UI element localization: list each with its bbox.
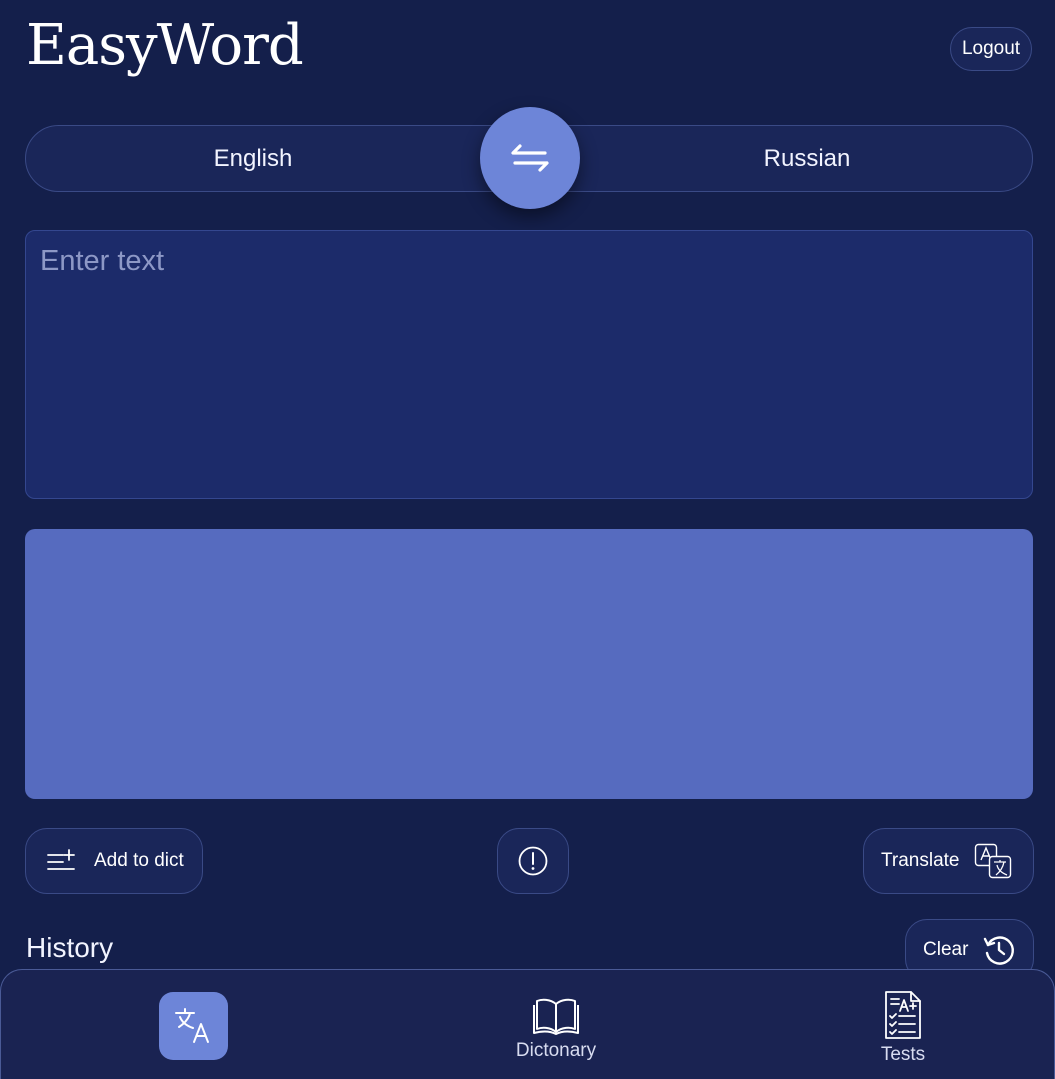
exclamation-circle-icon — [518, 846, 548, 876]
bottom-navigation: Dictonary Tests — [0, 969, 1055, 1079]
translate-icon — [974, 843, 1011, 879]
translation-output — [25, 529, 1033, 799]
history-clock-icon — [984, 936, 1015, 965]
swap-arrows-icon — [511, 144, 549, 172]
report-button[interactable] — [497, 828, 569, 894]
nav-dictionary-label: Dictonary — [515, 1040, 597, 1061]
translate-icon — [174, 1008, 209, 1043]
translate-label: Translate — [881, 850, 960, 871]
add-to-dict-label: Add to dict — [94, 850, 184, 871]
nav-tests-label: Tests — [880, 1044, 926, 1065]
translate-button[interactable]: Translate — [863, 828, 1034, 894]
app-logo: EasyWord — [26, 13, 304, 78]
nav-dictionary[interactable]: Dictonary — [506, 996, 606, 1062]
app-root: EasyWord Logout English Russian Enter te… — [0, 0, 1055, 1079]
add-to-dict-button[interactable]: Add to dict — [25, 828, 203, 894]
logout-button[interactable]: Logout — [950, 27, 1032, 71]
source-text-area[interactable] — [25, 230, 1033, 499]
nav-translate[interactable] — [159, 992, 228, 1060]
list-add-icon — [47, 849, 75, 870]
source-language-button[interactable]: English — [26, 126, 480, 191]
target-language-button[interactable]: Russian — [580, 126, 1034, 191]
test-document-icon — [885, 991, 921, 1039]
book-icon — [533, 998, 579, 1035]
swap-languages-button[interactable] — [480, 107, 580, 209]
source-text-input[interactable] — [26, 231, 1032, 498]
nav-tests[interactable]: Tests — [863, 990, 943, 1066]
clear-label: Clear — [923, 939, 969, 960]
history-title: History — [26, 932, 114, 963]
